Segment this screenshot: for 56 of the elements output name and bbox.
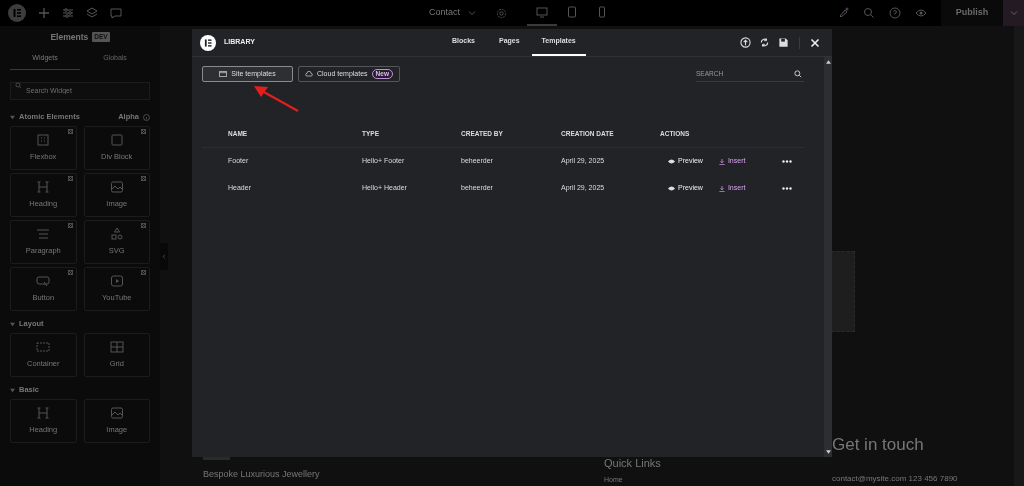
publish-button[interactable]: Publish [941, 0, 1003, 26]
publish-options-button[interactable] [1003, 0, 1024, 26]
eye-icon [668, 159, 675, 164]
save-icon[interactable] [778, 37, 789, 48]
window-icon [219, 70, 228, 78]
more-icon[interactable] [782, 187, 792, 190]
image-icon [109, 406, 124, 421]
shapes-icon [109, 227, 124, 242]
more-icon[interactable] [782, 160, 792, 163]
dashed-rect-icon [36, 340, 51, 355]
info-icon [143, 113, 150, 121]
logo-icon[interactable] [8, 4, 26, 22]
tablet-icon [566, 6, 579, 18]
desktop-icon [536, 6, 549, 18]
square-icon [109, 133, 124, 148]
help-icon[interactable] [889, 7, 901, 19]
chevron-down-icon[interactable] [468, 9, 477, 17]
search-icon [794, 70, 802, 78]
footer-heading: Get in touch [832, 436, 925, 455]
comment-icon[interactable] [110, 7, 122, 19]
layers-icon[interactable] [86, 7, 98, 19]
panel-title: Elements [50, 30, 89, 44]
grid-icon [109, 340, 124, 355]
footer-heading: Quick Links [604, 456, 662, 471]
caret-icon[interactable] [10, 387, 15, 393]
eye-icon[interactable] [915, 7, 927, 19]
tagline: Bespoke Luxurious Jewellery [203, 467, 321, 481]
search-icon[interactable] [863, 7, 875, 19]
contact-info: contact@mysite.com 123 456 7890 [832, 473, 959, 485]
heading-icon [36, 180, 51, 195]
upload-icon[interactable] [740, 37, 751, 48]
chevron-down-icon [1009, 9, 1018, 17]
download-icon [718, 158, 725, 165]
image-icon [109, 180, 124, 195]
download-icon [718, 185, 725, 192]
play-icon [109, 274, 124, 289]
caret-icon[interactable] [10, 114, 15, 120]
collapse-handle[interactable] [160, 243, 168, 270]
chevron-left-icon [162, 254, 166, 259]
heading-icon [36, 406, 51, 421]
settings-icon[interactable] [496, 7, 508, 19]
arrow-annotation [252, 85, 300, 113]
cloud-icon [305, 70, 313, 78]
lines-icon [36, 227, 51, 242]
eye-icon [668, 186, 675, 191]
page-title[interactable]: Contact [429, 6, 461, 20]
caret-icon[interactable] [10, 321, 15, 327]
search-icon [15, 82, 22, 89]
grid-dots-icon [36, 133, 51, 148]
sliders-icon[interactable] [62, 7, 74, 19]
sync-icon[interactable] [759, 37, 770, 48]
arrow-down-icon[interactable] [825, 450, 831, 454]
arrow-up-icon[interactable] [825, 60, 831, 64]
close-icon[interactable] [810, 37, 820, 48]
plus-icon[interactable] [38, 7, 50, 19]
logo-icon [200, 34, 216, 51]
